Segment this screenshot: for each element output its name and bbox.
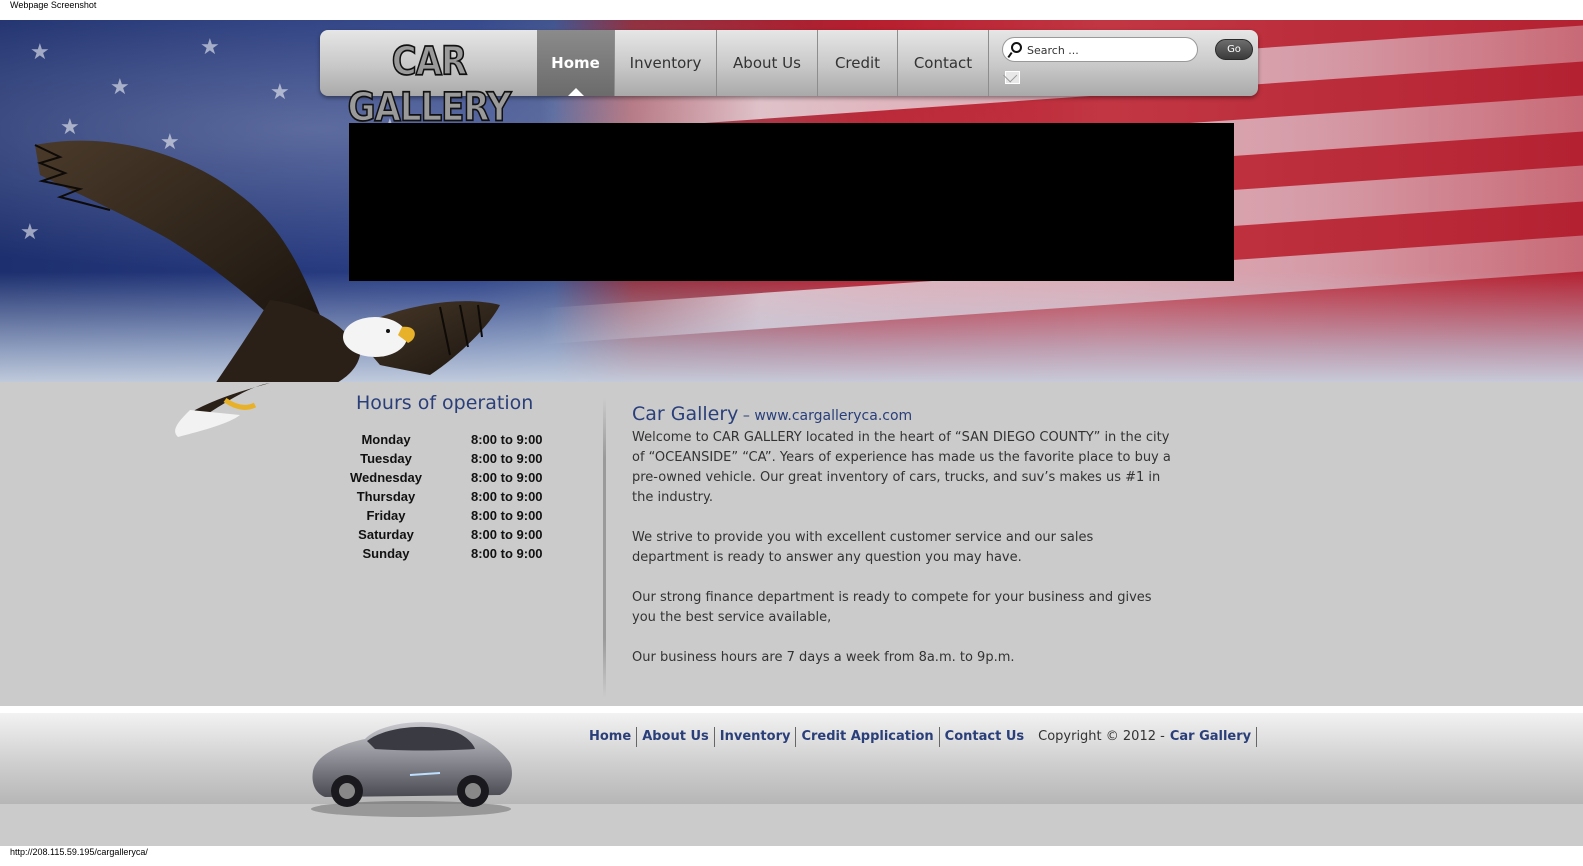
nav-credit-label: Credit bbox=[834, 54, 881, 72]
nav-home[interactable]: Home bbox=[537, 30, 615, 96]
hours-time: 8:00 to 9:00 bbox=[471, 527, 543, 542]
hours-row: Sunday 8:00 to 9:00 bbox=[345, 544, 543, 563]
footer bbox=[0, 712, 1583, 804]
nav-about-us[interactable]: About Us bbox=[717, 30, 818, 96]
footer-links: Home About Us Inventory Credit Applicati… bbox=[584, 727, 1258, 747]
column-divider bbox=[603, 398, 606, 698]
about-title: Car Gallery bbox=[632, 403, 739, 425]
search-box bbox=[1002, 37, 1198, 62]
hours-day: Saturday bbox=[358, 527, 414, 542]
hours-time: 8:00 to 9:00 bbox=[471, 546, 543, 561]
search-go-button[interactable]: Go bbox=[1215, 39, 1253, 60]
nav-about-us-label: About Us bbox=[733, 54, 801, 72]
nav-contact[interactable]: Contact bbox=[898, 30, 989, 96]
nav-credit[interactable]: Credit bbox=[818, 30, 898, 96]
hours-time: 8:00 to 9:00 bbox=[471, 489, 543, 504]
hours-time: 8:00 to 9:00 bbox=[471, 508, 543, 523]
hours-time: 8:00 to 9:00 bbox=[471, 451, 543, 466]
hours-row: Tuesday 8:00 to 9:00 bbox=[345, 449, 543, 468]
hours-row: Wednesday 8:00 to 9:00 bbox=[345, 468, 543, 487]
footer-link-inventory[interactable]: Inventory bbox=[715, 727, 797, 747]
hours-day: Monday bbox=[361, 432, 411, 447]
footer-brand-link[interactable]: Car Gallery bbox=[1165, 727, 1258, 747]
hours-table: Monday 8:00 to 9:00 Tuesday 8:00 to 9:00 W… bbox=[345, 430, 543, 563]
nav-contact-label: Contact bbox=[913, 54, 973, 72]
about-heading: Car Gallery – www.cargalleryca.com bbox=[632, 403, 912, 425]
hours-row: Saturday 8:00 to 9:00 bbox=[345, 525, 543, 544]
nav-inventory[interactable]: Inventory bbox=[615, 30, 717, 96]
hours-day: Friday bbox=[366, 508, 406, 523]
nav-inventory-label: Inventory bbox=[629, 54, 702, 72]
nav-home-label: Home bbox=[551, 54, 600, 72]
hours-time: 8:00 to 9:00 bbox=[471, 432, 543, 447]
hours-row: Thursday 8:00 to 9:00 bbox=[345, 487, 543, 506]
hours-day: Sunday bbox=[362, 546, 410, 561]
hours-title: Hours of operation bbox=[356, 392, 534, 414]
about-paragraph: We strive to provide you with excellent … bbox=[632, 530, 1094, 565]
about-separator: – bbox=[738, 408, 755, 424]
main-navbar: CAR GALLERY Home Inventory About Us Cred… bbox=[320, 30, 1258, 132]
mail-icon[interactable] bbox=[1005, 71, 1020, 84]
page-caption: Webpage Screenshot bbox=[10, 0, 97, 10]
hours-day: Thursday bbox=[356, 489, 416, 504]
hours-time: 8:00 to 9:00 bbox=[471, 470, 543, 485]
footer-link-home[interactable]: Home bbox=[584, 727, 638, 747]
search-icon bbox=[1011, 42, 1022, 53]
footer-link-about-us[interactable]: About Us bbox=[637, 727, 715, 747]
footer-link-contact-us[interactable]: Contact Us bbox=[940, 727, 1029, 747]
car-image bbox=[311, 722, 512, 817]
site-logo[interactable]: CAR GALLERY bbox=[322, 38, 536, 132]
about-paragraph: Our business hours are 7 days a week fro… bbox=[632, 650, 1015, 665]
about-text: Welcome to CAR GALLERY located in the he… bbox=[632, 428, 1172, 688]
about-paragraph: Welcome to CAR GALLERY located in the he… bbox=[632, 430, 1171, 505]
footer-link-credit-application[interactable]: Credit Application bbox=[796, 727, 940, 747]
hours-day: Wednesday bbox=[349, 470, 422, 485]
footer-bottom-band bbox=[0, 804, 1583, 846]
about-url-link[interactable]: www.cargalleryca.com bbox=[754, 408, 912, 424]
hours-row: Friday 8:00 to 9:00 bbox=[345, 506, 543, 525]
status-bar-url: http://208.115.59.195/cargalleryca/ bbox=[10, 847, 148, 857]
active-caret-icon bbox=[567, 88, 584, 96]
hours-day: Tuesday bbox=[360, 451, 412, 466]
hours-row: Monday 8:00 to 9:00 bbox=[345, 430, 543, 449]
search-input[interactable] bbox=[1027, 41, 1192, 59]
footer-copyright: Copyright © 2012 - bbox=[1038, 729, 1165, 744]
about-paragraph: Our strong finance department is ready t… bbox=[632, 590, 1152, 625]
